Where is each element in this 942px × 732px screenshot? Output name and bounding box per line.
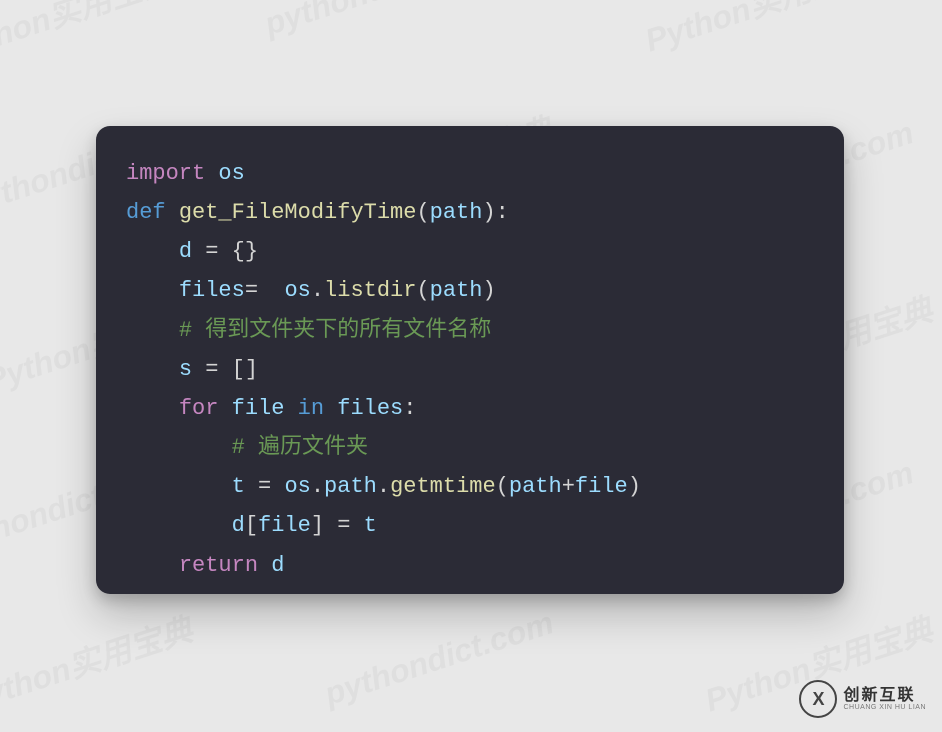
param-path: path bbox=[430, 200, 483, 225]
module-os: os bbox=[284, 278, 310, 303]
assign-dict: = {} bbox=[192, 239, 258, 264]
var-s: s bbox=[179, 357, 192, 382]
var-file: file bbox=[232, 396, 285, 421]
watermark-text: Python实用宝典 bbox=[0, 0, 178, 71]
code-block: import os def get_FileModifyTime(path): … bbox=[96, 126, 844, 594]
plus-op: + bbox=[562, 474, 575, 499]
paren-close: ) bbox=[482, 278, 495, 303]
var-files: files bbox=[337, 396, 403, 421]
assign-list: = [] bbox=[192, 357, 258, 382]
bracket-close: ] bbox=[311, 513, 324, 538]
keyword-def: def bbox=[126, 200, 166, 225]
keyword-in: in bbox=[298, 396, 324, 421]
arg-path: path bbox=[430, 278, 483, 303]
identifier-os: os bbox=[218, 161, 244, 186]
keyword-return: return bbox=[179, 553, 258, 578]
logo-text: 创新互联 CHUANG XIN HU LIAN bbox=[843, 688, 926, 711]
key-file: file bbox=[258, 513, 311, 538]
arg-path: path bbox=[509, 474, 562, 499]
paren-open: ( bbox=[416, 278, 429, 303]
function-name: get_FileModifyTime bbox=[179, 200, 417, 225]
watermark-text: Python实用宝典 bbox=[639, 0, 878, 61]
logo-english: CHUANG XIN HU LIAN bbox=[843, 704, 926, 711]
var-d: d bbox=[232, 513, 245, 538]
method-listdir: listdir bbox=[324, 278, 416, 303]
module-os: os bbox=[284, 474, 310, 499]
logo-mark-icon: X bbox=[799, 680, 837, 718]
watermark-text: Python实用宝典 bbox=[0, 605, 198, 722]
method-getmtime: getmtime bbox=[390, 474, 496, 499]
logo-chinese: 创新互联 bbox=[843, 688, 926, 704]
paren-close: ): bbox=[482, 200, 508, 225]
watermark-text: pythondict.com bbox=[260, 0, 498, 43]
dot: . bbox=[311, 474, 324, 499]
paren-close: ) bbox=[628, 474, 641, 499]
var-d: d bbox=[179, 239, 192, 264]
comment-line: # 得到文件夹下的所有文件名称 bbox=[179, 318, 491, 343]
watermark-text: pythondict.com bbox=[320, 604, 558, 713]
colon: : bbox=[403, 396, 416, 421]
dot: . bbox=[311, 278, 324, 303]
attr-path: path bbox=[324, 474, 377, 499]
assign-eq: = bbox=[245, 474, 285, 499]
var-files: files bbox=[179, 278, 245, 303]
paren-open: ( bbox=[496, 474, 509, 499]
var-d: d bbox=[271, 553, 284, 578]
code-content: import os def get_FileModifyTime(path): … bbox=[126, 154, 814, 585]
comment-line: # 遍历文件夹 bbox=[232, 435, 368, 460]
var-t: t bbox=[232, 474, 245, 499]
bracket-open: [ bbox=[245, 513, 258, 538]
assign-eq: = bbox=[324, 513, 364, 538]
keyword-for: for bbox=[179, 396, 219, 421]
brand-logo: X 创新互联 CHUANG XIN HU LIAN bbox=[799, 680, 926, 718]
dot: . bbox=[377, 474, 390, 499]
var-t: t bbox=[364, 513, 377, 538]
arg-file: file bbox=[575, 474, 628, 499]
keyword-import: import bbox=[126, 161, 205, 186]
paren-open: ( bbox=[416, 200, 429, 225]
assign-eq: = bbox=[245, 278, 271, 303]
logo-mark-letter: X bbox=[812, 690, 824, 708]
